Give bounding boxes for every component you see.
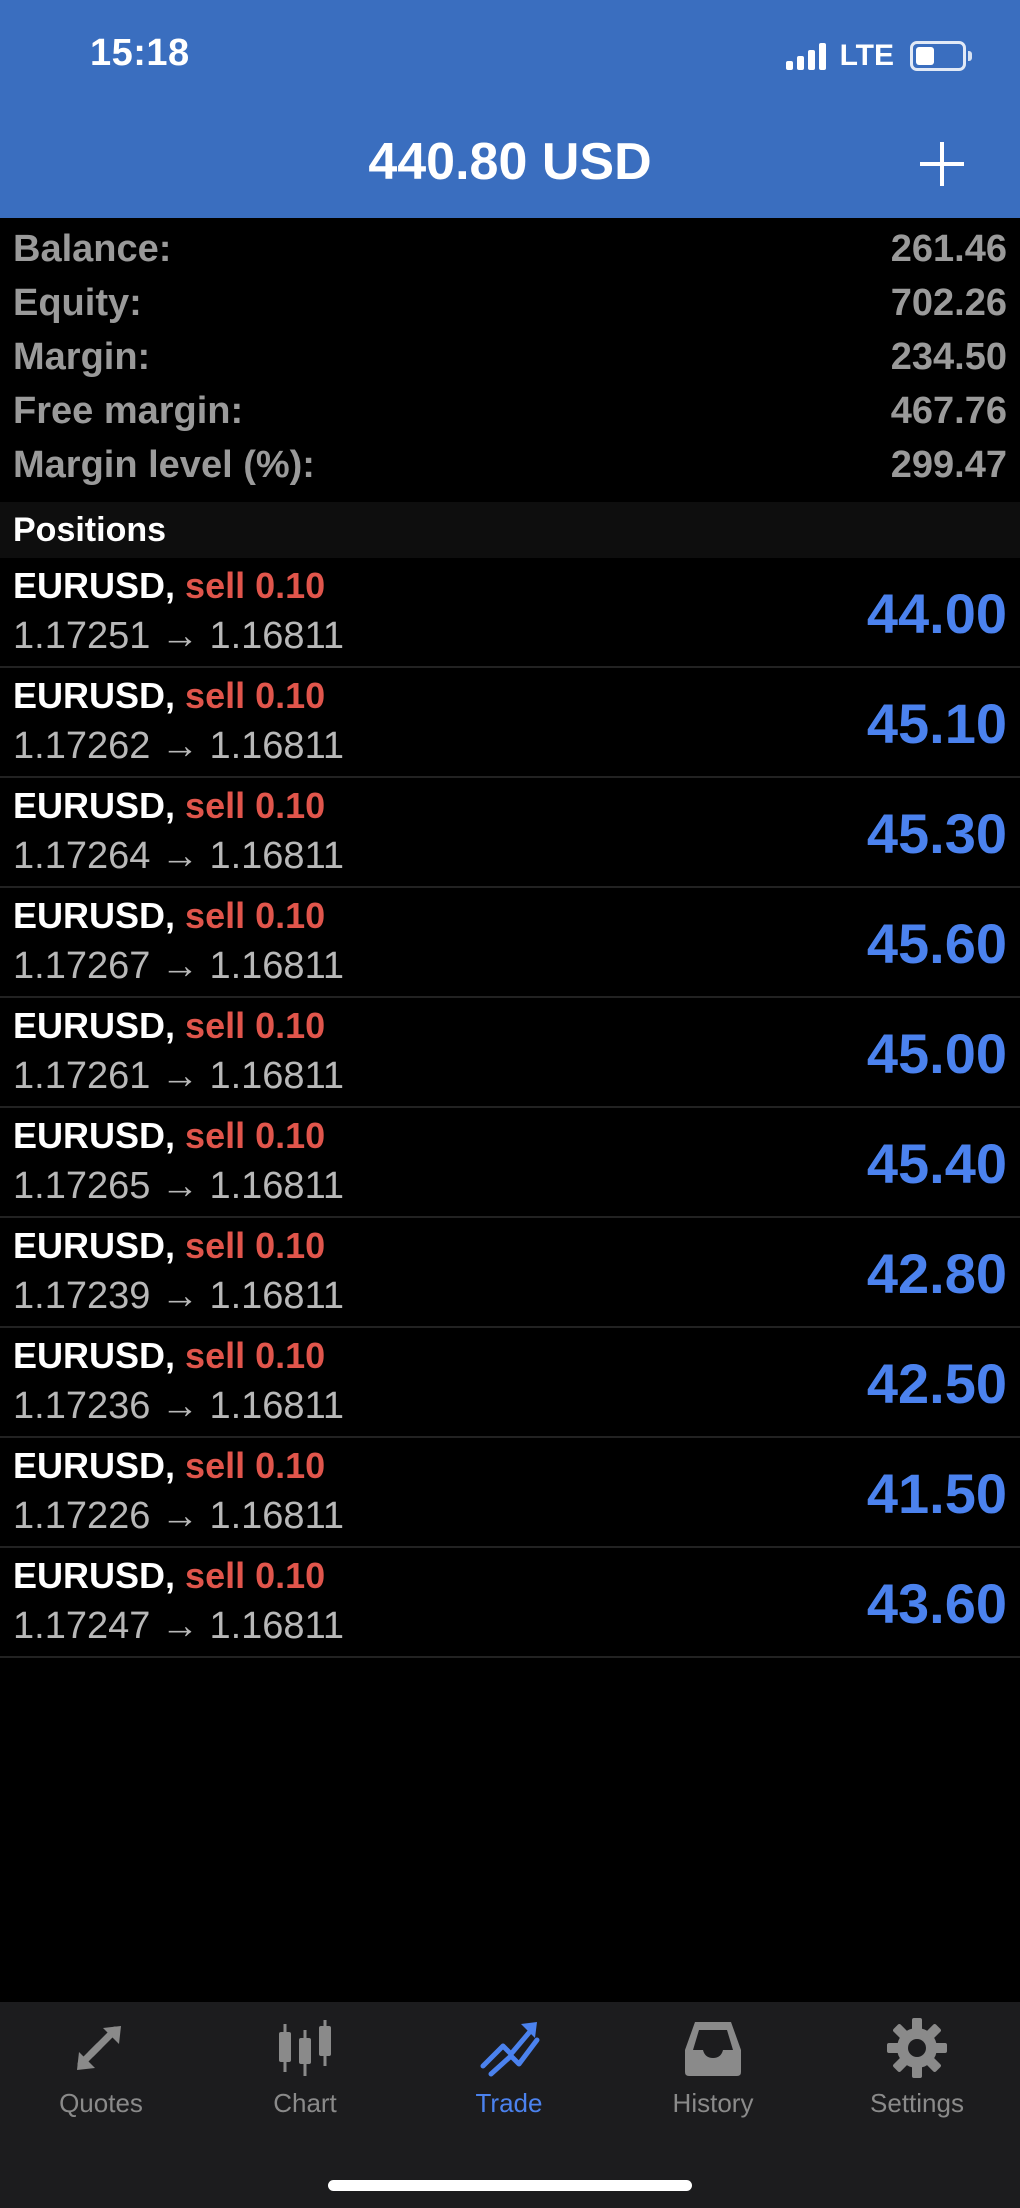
position-profit: 45.30 (866, 802, 1007, 865)
position-row[interactable]: EURUSD, sell 0.10 1.17236 → 1.16811 42.5… (0, 1328, 1020, 1438)
position-symbol: EURUSD, (13, 785, 176, 826)
summary-label: Margin: (13, 336, 151, 378)
candlestick-icon (279, 2020, 331, 2076)
position-side: sell 0.10 (185, 1555, 326, 1596)
position-prices: 1.17236 → 1.16811 (13, 1385, 345, 1427)
account-summary: Balance: 261.46 Equity: 702.26 Margin: 2… (0, 222, 1020, 492)
position-profit: 42.50 (866, 1352, 1007, 1415)
tab-label: Chart (273, 2088, 337, 2118)
position-row[interactable]: EURUSD, sell 0.10 1.17267 → 1.16811 45.6… (0, 888, 1020, 998)
summary-label: Free margin: (13, 390, 244, 432)
position-side: sell 0.10 (185, 675, 326, 716)
home-indicator[interactable] (328, 2180, 692, 2191)
tab-label: Trade (475, 2088, 543, 2118)
position-symbol: EURUSD, (13, 1445, 176, 1486)
summary-row-margin-level: Margin level (%): 299.47 (0, 438, 1020, 492)
summary-value: 234.50 (890, 336, 1007, 378)
summary-row-balance: Balance: 261.46 (0, 222, 1020, 276)
summary-value: 261.46 (890, 228, 1007, 270)
position-side: sell 0.10 (185, 1225, 326, 1266)
position-symbol: EURUSD, (13, 1005, 176, 1046)
tab-settings[interactable]: Settings (827, 2016, 1007, 2136)
battery-icon (910, 41, 972, 71)
tab-bar: Quotes Chart Trade History Settings (0, 2002, 1020, 2208)
position-prices: 1.17265 → 1.16811 (13, 1165, 345, 1207)
position-prices: 1.17251 → 1.16811 (13, 615, 345, 657)
page-title: 440.80 USD (368, 133, 652, 191)
summary-value: 702.26 (890, 282, 1007, 324)
summary-label: Margin level (%): (13, 444, 315, 486)
position-side: sell 0.10 (185, 895, 326, 936)
summary-value: 299.47 (890, 444, 1007, 486)
position-prices: 1.17264 → 1.16811 (13, 835, 345, 877)
position-row[interactable]: EURUSD, sell 0.10 1.17264 → 1.16811 45.3… (0, 778, 1020, 888)
position-row[interactable]: EURUSD, sell 0.10 1.17226 → 1.16811 41.5… (0, 1438, 1020, 1548)
position-symbol: EURUSD, (13, 675, 176, 716)
position-symbol: EURUSD, (13, 1555, 176, 1596)
position-symbol: EURUSD, (13, 1225, 176, 1266)
tab-label: History (672, 2088, 754, 2118)
position-profit: 45.00 (866, 1022, 1007, 1085)
position-side: sell 0.10 (185, 1115, 326, 1156)
network-type: LTE (839, 39, 894, 72)
position-row[interactable]: EURUSD, sell 0.10 1.17261 → 1.16811 45.0… (0, 998, 1020, 1108)
quotes-arrows-icon (77, 2026, 121, 2070)
position-symbol: EURUSD, (13, 1115, 176, 1156)
status-indicators: LTE (785, 38, 972, 74)
position-side: sell 0.10 (185, 785, 326, 826)
position-profit: 45.10 (866, 692, 1007, 755)
position-profit: 44.00 (866, 582, 1007, 645)
summary-label: Equity: (13, 282, 142, 324)
tab-trade[interactable]: Trade (419, 2016, 599, 2136)
position-profit: 45.40 (866, 1132, 1007, 1195)
tab-label: Quotes (59, 2088, 143, 2118)
position-prices: 1.17247 → 1.16811 (13, 1605, 345, 1647)
position-symbol: EURUSD, (13, 895, 176, 936)
signal-icon (785, 42, 826, 70)
position-row[interactable]: EURUSD, sell 0.10 1.17247 → 1.16811 43.6… (0, 1548, 1020, 1658)
position-side: sell 0.10 (185, 565, 326, 606)
position-row[interactable]: EURUSD, sell 0.10 1.17262 → 1.16811 45.1… (0, 668, 1020, 778)
tab-history[interactable]: History (623, 2016, 803, 2136)
summary-label: Balance: (13, 228, 172, 270)
position-side: sell 0.10 (185, 1445, 326, 1486)
add-order-button[interactable] (918, 140, 966, 188)
position-prices: 1.17239 → 1.16811 (13, 1275, 345, 1317)
status-time: 15:18 (90, 32, 190, 74)
tab-chart[interactable]: Chart (215, 2016, 395, 2136)
tab-label: Settings (870, 2088, 964, 2118)
positions-header: Positions (0, 502, 1020, 558)
position-profit: 41.50 (866, 1462, 1007, 1525)
trend-up-icon (480, 2022, 540, 2077)
position-symbol: EURUSD, (13, 1335, 176, 1376)
top-bar: 15:18 LTE 440.80 USD (0, 0, 1020, 218)
position-row[interactable]: EURUSD, sell 0.10 1.17239 → 1.16811 42.8… (0, 1218, 1020, 1328)
position-prices: 1.17267 → 1.16811 (13, 945, 345, 987)
position-prices: 1.17226 → 1.16811 (13, 1495, 345, 1537)
position-profit: 45.60 (866, 912, 1007, 975)
position-symbol: EURUSD, (13, 565, 176, 606)
summary-row-equity: Equity: 702.26 (0, 276, 1020, 330)
position-profit: 43.60 (866, 1572, 1007, 1635)
inbox-tray-icon (685, 2022, 741, 2076)
summary-row-free-margin: Free margin: 467.76 (0, 384, 1020, 438)
position-prices: 1.17261 → 1.16811 (13, 1055, 345, 1097)
position-profit: 42.80 (866, 1242, 1007, 1305)
summary-value: 467.76 (890, 390, 1007, 432)
summary-row-margin: Margin: 234.50 (0, 330, 1020, 384)
tab-quotes[interactable]: Quotes (11, 2016, 191, 2136)
position-side: sell 0.10 (185, 1005, 326, 1046)
position-side: sell 0.10 (185, 1335, 326, 1376)
position-row[interactable]: EURUSD, sell 0.10 1.17265 → 1.16811 45.4… (0, 1108, 1020, 1218)
position-row[interactable]: EURUSD, sell 0.10 1.17251 → 1.16811 44.0… (0, 558, 1020, 668)
gear-icon (887, 2018, 947, 2078)
positions-list: EURUSD, sell 0.10 1.17251 → 1.16811 44.0… (0, 558, 1020, 1658)
position-prices: 1.17262 → 1.16811 (13, 725, 345, 767)
